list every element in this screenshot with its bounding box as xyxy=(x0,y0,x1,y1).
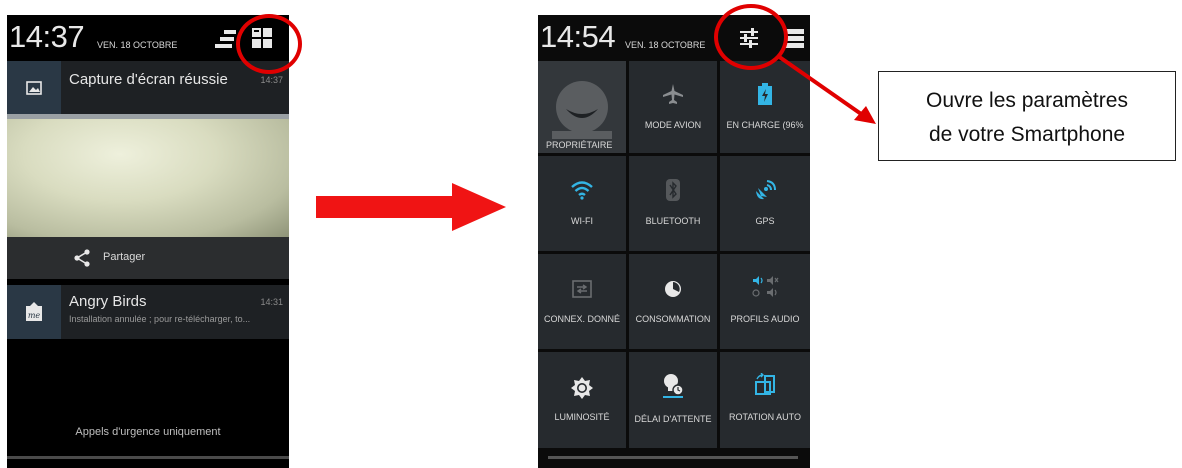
tile-brightness[interactable]: LUMINOSITÉ xyxy=(538,352,626,448)
notification-title: Angry Birds xyxy=(69,293,147,310)
svg-text:me: me xyxy=(28,311,41,320)
tile-label: PROFILS AUDIO xyxy=(730,314,800,324)
annotation-arrow-icon xyxy=(776,54,876,124)
right-clock: 14:54 xyxy=(540,19,616,54)
notification-time: 14:31 xyxy=(260,297,283,307)
bluetooth-icon xyxy=(666,179,680,201)
download-me-icon: me xyxy=(26,302,42,321)
tile-label: CONSOMMATION xyxy=(635,314,711,324)
tile-label: GPS xyxy=(755,216,775,226)
tile-bluetooth[interactable]: BLUETOOTH xyxy=(629,156,717,251)
tile-label: BLUETOOTH xyxy=(645,216,701,226)
notification-title: Capture d'écran réussie xyxy=(69,71,228,88)
tile-wifi[interactable]: WI-FI xyxy=(538,156,626,251)
owner-avatar-icon xyxy=(552,81,612,139)
tile-airplane-mode[interactable]: MODE AVION xyxy=(629,61,717,153)
share-label: Partager xyxy=(103,251,146,263)
gps-icon xyxy=(756,180,776,200)
tile-label: DÉLAI D'ATTENTE xyxy=(634,414,712,424)
transition-arrow-icon xyxy=(316,183,506,231)
tile-label: ROTATION AUTO xyxy=(728,412,801,422)
emergency-calls-text: Appels d'urgence uniquement xyxy=(75,426,221,438)
notification-icon-box xyxy=(7,61,61,115)
clear-notifications-icon[interactable] xyxy=(212,29,238,51)
tile-label: MODE AVION xyxy=(644,120,702,130)
notification-icon-box: me xyxy=(7,285,61,339)
tile-consumption[interactable]: CONSOMMATION xyxy=(629,254,717,349)
notification-screenshot[interactable]: Capture d'écran réussie 14:37 xyxy=(7,61,289,115)
tile-screen-timeout[interactable]: DÉLAI D'ATTENTE xyxy=(629,352,717,448)
timeout-icon xyxy=(663,374,684,398)
airplane-icon xyxy=(663,84,683,104)
tile-label: PROPRIÉTAIRE xyxy=(546,140,613,150)
tile-label: CONNEX. DONNÉ xyxy=(543,314,620,324)
share-action-bar[interactable]: Partager xyxy=(7,237,289,279)
notification-angry-birds[interactable]: me Angry Birds 14:31 Installation annulé… xyxy=(7,285,289,339)
left-date: VEN. 18 OCTOBRE xyxy=(97,40,178,50)
tile-data-connection[interactable]: CONNEX. DONNÉ xyxy=(538,254,626,349)
left-clock: 14:37 xyxy=(9,19,85,54)
audio-profiles-icon xyxy=(752,276,779,297)
settings-callout-box: Ouvre les paramètres de votre Smartphone xyxy=(878,71,1176,161)
screenshot-preview[interactable] xyxy=(7,119,289,237)
consumption-icon xyxy=(665,281,681,297)
brightness-icon xyxy=(571,377,593,399)
wifi-icon xyxy=(571,181,593,200)
callout-line-2: de votre Smartphone xyxy=(928,123,1126,146)
tile-audio-profiles[interactable]: PROFILS AUDIO xyxy=(720,254,810,349)
tile-label: WI-FI xyxy=(571,216,593,226)
image-icon xyxy=(26,81,42,95)
data-connection-icon xyxy=(572,280,592,298)
right-navigation-line xyxy=(548,456,798,459)
callout-line-1: Ouvre les paramètres xyxy=(926,89,1128,112)
notification-subtitle: Installation annulée ; pour re-télécharg… xyxy=(69,314,251,324)
highlight-circle-left xyxy=(236,14,302,74)
left-phone-screen: 14:37 VEN. 18 OCTOBRE Capture d'écran ré… xyxy=(7,15,289,468)
auto-rotate-icon xyxy=(755,373,775,395)
tile-label: LUMINOSITÉ xyxy=(554,412,610,422)
right-date: VEN. 18 OCTOBRE xyxy=(625,40,706,50)
notification-time: 14:37 xyxy=(260,75,283,85)
tile-owner[interactable]: PROPRIÉTAIRE xyxy=(538,61,626,153)
tile-gps[interactable]: GPS xyxy=(720,156,810,251)
left-navigation-line xyxy=(7,456,289,459)
tile-auto-rotate[interactable]: ROTATION AUTO xyxy=(720,352,810,448)
share-icon xyxy=(74,249,90,267)
